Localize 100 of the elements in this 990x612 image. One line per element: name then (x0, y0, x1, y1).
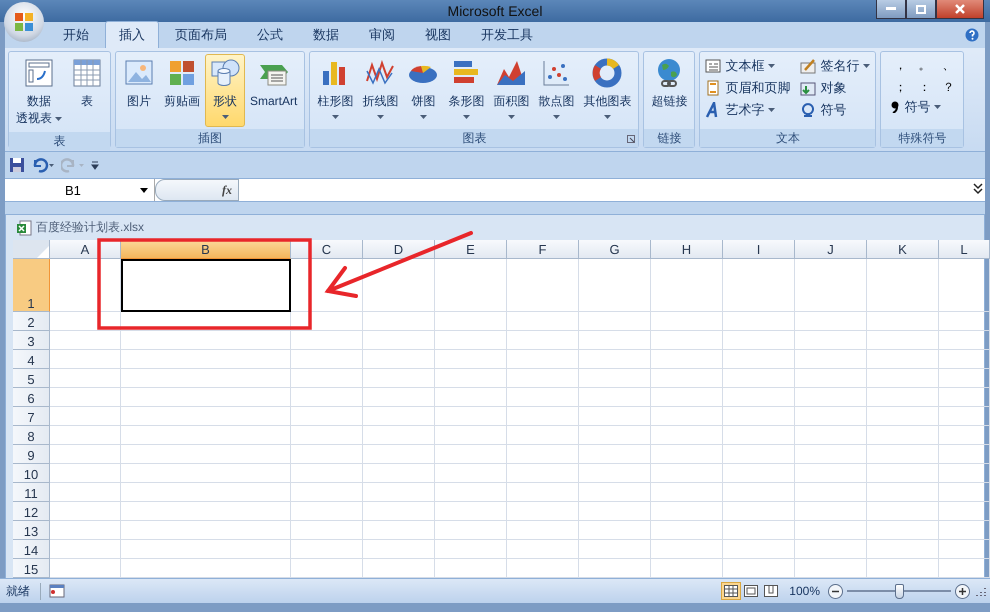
grid-cell[interactable] (507, 259, 579, 312)
grid-cell[interactable] (723, 521, 795, 540)
ribbon-button[interactable]: 饼图 (403, 54, 444, 127)
grid-cell[interactable] (579, 483, 651, 502)
save-icon[interactable] (9, 157, 25, 173)
grid-cell[interactable] (795, 464, 867, 483)
column-header[interactable]: F (507, 240, 579, 259)
grid-cell[interactable] (723, 350, 795, 369)
grid-cell[interactable] (579, 521, 651, 540)
grid-cell[interactable] (291, 407, 363, 426)
grid-cell[interactable] (723, 331, 795, 350)
grid-cell[interactable] (507, 540, 579, 559)
symbol-button[interactable]: 。 (916, 56, 932, 74)
grid-cell[interactable] (795, 312, 867, 331)
row-header[interactable]: 12 (13, 502, 50, 521)
grid-cell[interactable] (651, 388, 723, 407)
grid-cell[interactable] (50, 502, 121, 521)
grid-cell[interactable] (867, 445, 939, 464)
grid-cell[interactable] (579, 464, 651, 483)
grid-cell[interactable] (867, 350, 939, 369)
grid-cell[interactable] (291, 259, 363, 312)
close-button[interactable] (936, 0, 984, 19)
dialog-launcher-icon[interactable] (627, 135, 636, 143)
ribbon-button[interactable]: 柱形图 (313, 54, 358, 127)
grid-cell[interactable] (291, 540, 363, 559)
normal-view-button[interactable] (721, 582, 742, 600)
ribbon-small-button[interactable]: 页眉和页脚 (703, 77, 792, 99)
grid-cell[interactable] (651, 521, 723, 540)
grid-cell[interactable] (291, 502, 363, 521)
row-header[interactable]: 5 (13, 369, 50, 388)
grid-cell[interactable] (651, 502, 723, 521)
grid-cell[interactable] (363, 369, 435, 388)
grid-cell[interactable] (50, 407, 121, 426)
grid-cell[interactable] (291, 388, 363, 407)
grid-cell[interactable] (939, 502, 990, 521)
grid-cell[interactable] (121, 331, 291, 350)
grid-cell[interactable] (435, 259, 507, 312)
zoom-level[interactable]: 100% (781, 584, 828, 598)
ribbon-tab[interactable]: 审阅 (355, 21, 409, 48)
grid-cell[interactable] (435, 350, 507, 369)
grid-cell[interactable] (867, 464, 939, 483)
grid-cell[interactable] (723, 369, 795, 388)
column-header[interactable]: J (795, 240, 867, 259)
help-icon[interactable] (965, 28, 979, 42)
grid-cell[interactable] (795, 350, 867, 369)
grid-cell[interactable] (121, 407, 291, 426)
grid-cell[interactable] (50, 483, 121, 502)
row-header[interactable]: 1 (13, 259, 50, 312)
grid-cell[interactable] (121, 369, 291, 388)
grid-cell[interactable] (363, 445, 435, 464)
grid-cell[interactable] (121, 540, 291, 559)
select-all-button[interactable] (13, 240, 50, 259)
grid-cell[interactable] (651, 331, 723, 350)
grid-cell[interactable] (291, 464, 363, 483)
grid-cell[interactable] (723, 407, 795, 426)
grid-cell[interactable] (867, 388, 939, 407)
grid-cell[interactable] (651, 312, 723, 331)
ribbon-small-button[interactable]: 文本框 (703, 55, 792, 77)
row-header[interactable]: 3 (13, 331, 50, 350)
grid-cell[interactable] (507, 407, 579, 426)
grid-cell[interactable] (507, 331, 579, 350)
grid-cell[interactable] (651, 350, 723, 369)
row-header[interactable]: 13 (13, 521, 50, 540)
grid-cell[interactable] (867, 521, 939, 540)
grid-cell[interactable] (363, 540, 435, 559)
grid-cell[interactable] (291, 426, 363, 445)
symbol-button[interactable]: 、 (940, 56, 956, 74)
grid-cell[interactable] (939, 407, 990, 426)
grid-cell[interactable] (651, 426, 723, 445)
ribbon-tab[interactable]: 插入 (105, 21, 159, 48)
ribbon-small-button[interactable]: 对象 (798, 77, 872, 99)
grid-cell[interactable] (435, 502, 507, 521)
grid-cell[interactable] (651, 540, 723, 559)
grid-cell[interactable] (867, 426, 939, 445)
grid-cell[interactable] (939, 350, 990, 369)
row-header[interactable]: 14 (13, 540, 50, 559)
column-header[interactable]: H (651, 240, 723, 259)
grid-cell[interactable] (435, 407, 507, 426)
grid-cell[interactable] (795, 331, 867, 350)
grid-cell[interactable] (435, 388, 507, 407)
grid-cell[interactable] (363, 259, 435, 312)
zoom-in-button[interactable] (955, 584, 970, 598)
row-header[interactable]: 8 (13, 426, 50, 445)
grid-cell[interactable] (579, 369, 651, 388)
grid-cell[interactable] (50, 445, 121, 464)
insert-function-button[interactable]: fx (222, 182, 232, 198)
symbol-menu-button[interactable]: 符号 (888, 98, 960, 116)
grid-cell[interactable] (291, 445, 363, 464)
ribbon-tab[interactable]: 视图 (411, 21, 465, 48)
undo-icon[interactable] (31, 157, 55, 173)
grid-cell[interactable] (507, 350, 579, 369)
grid-cell[interactable] (579, 331, 651, 350)
grid-cell[interactable] (363, 521, 435, 540)
grid-cell[interactable] (291, 350, 363, 369)
ribbon-tab[interactable]: 公式 (243, 21, 297, 48)
grid-cell[interactable] (867, 369, 939, 388)
ribbon-small-button[interactable]: 符号 (798, 99, 872, 121)
grid-cell[interactable] (723, 540, 795, 559)
ribbon-button[interactable]: 折线图 (358, 54, 402, 127)
row-header[interactable]: 11 (13, 483, 50, 502)
